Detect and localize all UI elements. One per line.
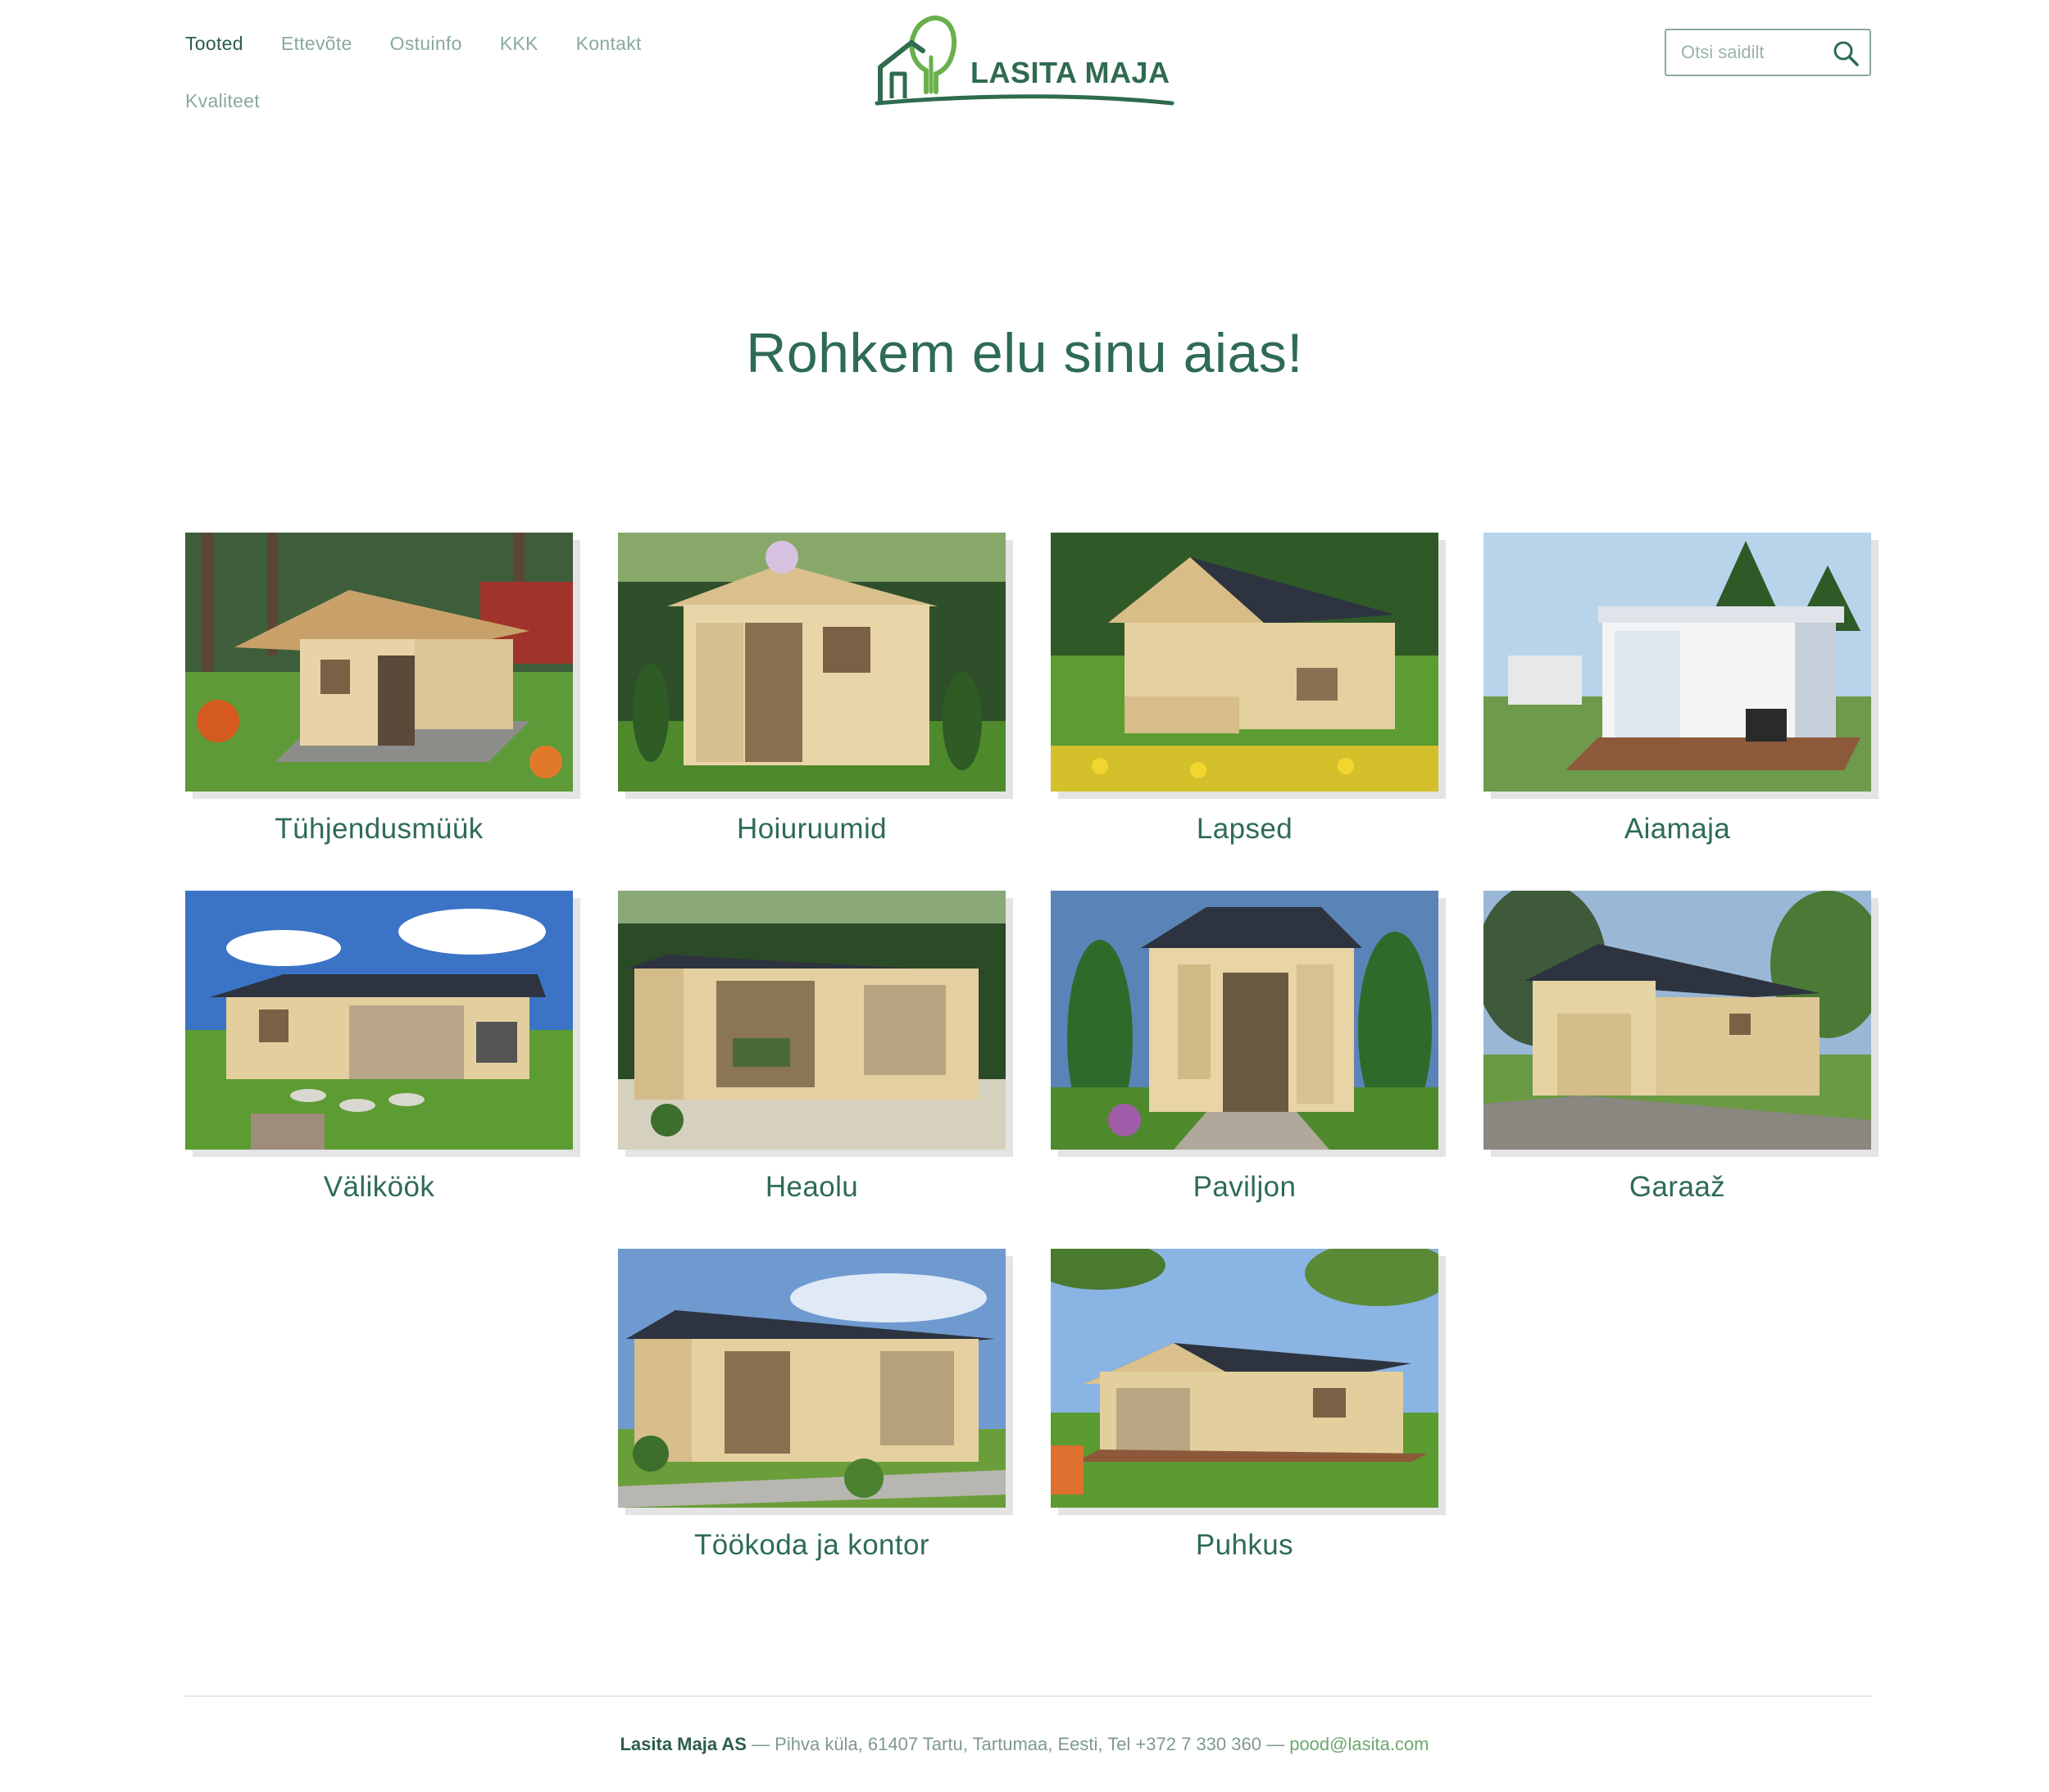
wellness-cabin-photo-icon <box>618 891 1006 1150</box>
category-label: Puhkus <box>1195 1529 1294 1561</box>
category-label: Väliköök <box>323 1171 435 1203</box>
card-image-frame <box>1051 1249 1438 1508</box>
main-nav: Tooted Ettevõte Ostuinfo KKK Kontakt Kva… <box>185 23 710 121</box>
nav-row-1: Tooted Ettevõte Ostuinfo KKK Kontakt <box>185 23 710 64</box>
site-logo[interactable]: LASITA MAJA <box>872 13 1175 108</box>
garden-house-photo-icon <box>1483 533 1871 792</box>
category-label: Tühjendusmüük <box>275 813 484 845</box>
category-label: Aiamaja <box>1624 813 1731 845</box>
category-card-tookoda-ja-kontor[interactable]: Töökoda ja kontor <box>618 1249 1006 1562</box>
pavilion-photo-icon <box>1051 891 1438 1150</box>
category-label: Heaolu <box>765 1171 859 1203</box>
nav-item-ostuinfo[interactable]: Ostuinfo <box>390 33 462 55</box>
card-image-frame <box>1483 891 1871 1150</box>
footer-email-link[interactable]: pood@lasita.com <box>1289 1734 1429 1754</box>
site-footer: Lasita Maja AS — Pihva küla, 61407 Tartu… <box>0 1734 2049 1755</box>
category-label: Hoiuruumid <box>737 813 887 845</box>
card-image-frame <box>1051 891 1438 1150</box>
search-button[interactable] <box>1832 39 1860 67</box>
category-card-puhkus[interactable]: Puhkus <box>1051 1249 1438 1562</box>
site-header: Tooted Ettevõte Ostuinfo KKK Kontakt Kva… <box>0 0 2049 131</box>
card-image-frame <box>1051 533 1438 792</box>
category-card-garaaz[interactable]: Garaaž <box>1483 891 1871 1204</box>
cabin-photo-icon <box>185 533 573 792</box>
search-input[interactable] <box>1681 42 1829 63</box>
category-label: Garaaž <box>1629 1171 1726 1203</box>
footer-address: — Pihva küla, 61407 Tartu, Tartumaa, Ees… <box>746 1734 1290 1754</box>
nav-item-ettevote[interactable]: Ettevõte <box>281 33 352 55</box>
card-image-frame <box>618 891 1006 1150</box>
kids-playhouse-photo-icon <box>1051 533 1438 792</box>
card-image-frame <box>185 533 573 792</box>
nav-item-kvaliteet[interactable]: Kvaliteet <box>185 90 260 112</box>
card-image-frame <box>1483 533 1871 792</box>
category-card-heaolu[interactable]: Heaolu <box>618 891 1006 1204</box>
page-title: Rohkem elu sinu aias! <box>746 322 1303 384</box>
nav-item-kkk[interactable]: KKK <box>500 33 538 55</box>
footer-divider <box>185 1695 1871 1697</box>
card-image-frame <box>185 891 573 1150</box>
holiday-house-photo-icon <box>1051 1249 1438 1508</box>
category-card-lapsed[interactable]: Lapsed <box>1051 533 1438 846</box>
category-card-paviljon[interactable]: Paviljon <box>1051 891 1438 1204</box>
category-card-hoiuruumid[interactable]: Hoiuruumid <box>618 533 1006 846</box>
category-card-aiamaja[interactable]: Aiamaja <box>1483 533 1871 846</box>
workshop-office-photo-icon <box>618 1249 1006 1508</box>
category-label: Töökoda ja kontor <box>694 1529 929 1561</box>
card-image-frame <box>618 533 1006 792</box>
category-card-valikook[interactable]: Väliköök <box>185 891 573 1204</box>
category-card-tuhjendusmuuk[interactable]: Tühjendusmüük <box>185 533 573 846</box>
nav-row-2: Kvaliteet <box>185 80 710 121</box>
search-icon <box>1833 41 1859 66</box>
outdoor-kitchen-photo-icon <box>185 891 573 1150</box>
category-label: Paviljon <box>1193 1171 1297 1203</box>
search-box <box>1665 29 1871 76</box>
footer-company: Lasita Maja AS <box>620 1734 747 1754</box>
category-label: Lapsed <box>1196 813 1293 845</box>
storage-shed-photo-icon <box>618 533 1006 792</box>
card-image-frame <box>618 1249 1006 1508</box>
garage-photo-icon <box>1483 891 1871 1150</box>
nav-item-tooted[interactable]: Tooted <box>185 33 243 55</box>
nav-item-kontakt[interactable]: Kontakt <box>576 33 642 55</box>
logo-text: LASITA MAJA <box>970 56 1170 89</box>
